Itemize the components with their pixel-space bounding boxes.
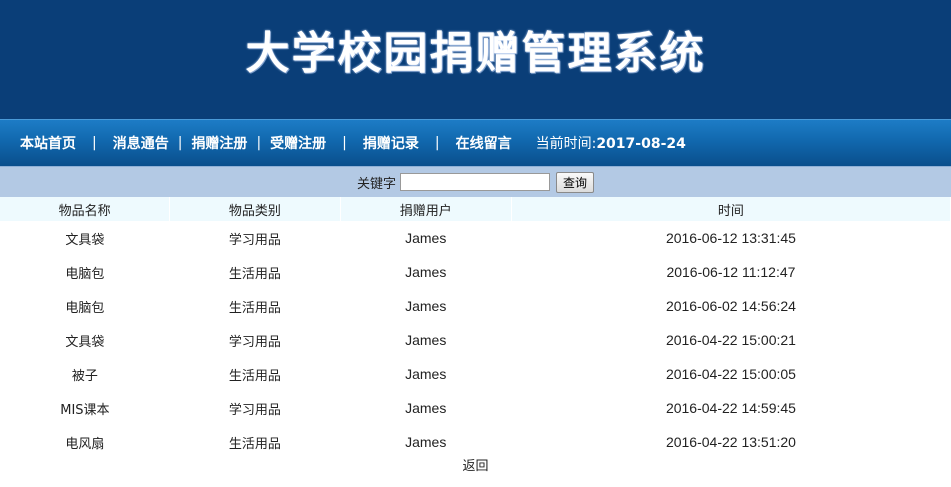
search-button[interactable]: 查询	[556, 171, 595, 193]
cell-item-name: 被子	[71, 368, 98, 384]
cell-item-name: 文具袋	[65, 232, 105, 248]
cell-time: 2016-04-22 14:59:45	[665, 400, 796, 416]
back-link[interactable]: 返回	[462, 459, 488, 474]
nav-item-donation-register[interactable]: 捐赠注册	[191, 133, 247, 153]
cell-item-category: 学习用品	[228, 334, 281, 350]
table-row: 电脑包 生活用品 James 2016-06-02 14:56:24	[0, 289, 951, 323]
back-row: 返回	[0, 455, 951, 474]
cell-item-category: 学习用品	[228, 232, 281, 248]
cell-item-name: 电脑包	[65, 300, 105, 316]
column-header-item-category: 物品类别	[169, 197, 341, 221]
cell-donor: James	[405, 264, 447, 280]
table-row: 电脑包 生活用品 James 2016-06-12 11:12:47	[0, 255, 951, 289]
table-row: 电风扇 生活用品 James 2016-04-22 13:51:20	[0, 425, 951, 459]
nav-separator: |	[434, 135, 440, 151]
nav-separator: |	[342, 135, 347, 151]
cell-time: 2016-04-22 15:00:21	[665, 332, 796, 348]
nav-item-home[interactable]: 本站首页	[20, 133, 76, 153]
nav-item-donation-records[interactable]: 捐赠记录	[363, 133, 419, 153]
cell-item-name: 电风扇	[65, 436, 105, 452]
cell-donor: James	[405, 230, 447, 246]
cell-donor: James	[405, 366, 447, 382]
cell-item-name: 电脑包	[65, 266, 105, 282]
table-header-row: 物品名称 物品类别 捐赠用户 时间	[0, 197, 951, 221]
current-time-label: 当前时间:	[535, 136, 597, 152]
search-input[interactable]	[400, 173, 550, 191]
nav-separator: |	[92, 135, 97, 151]
table-row: MIS课本 学习用品 James 2016-04-22 14:59:45	[0, 391, 951, 425]
column-header-time: 时间	[511, 197, 951, 221]
search-bar: 关键字 查询	[0, 166, 951, 197]
cell-time: 2016-06-12 13:31:45	[665, 230, 796, 246]
cell-item-category: 生活用品	[228, 300, 281, 316]
current-time: 当前时间:2017-08-24	[536, 133, 686, 153]
table-row: 文具袋 学习用品 James 2016-04-22 15:00:21	[0, 323, 951, 357]
cell-item-category: 生活用品	[228, 266, 281, 282]
column-header-item-name: 物品名称	[0, 197, 171, 221]
main-nav: 本站首页 | 消息通告 | 捐赠注册 | 受赠注册 | 捐赠记录 | 在线留言 …	[0, 119, 951, 166]
cell-item-category: 生活用品	[228, 368, 281, 384]
nav-separator: |	[256, 135, 262, 151]
cell-donor: James	[405, 434, 447, 450]
table-row: 文具袋 学习用品 James 2016-06-12 13:31:45	[0, 221, 951, 255]
cell-time: 2016-04-22 15:00:05	[665, 366, 796, 382]
column-header-donor: 捐赠用户	[340, 197, 512, 221]
cell-time: 2016-06-12 11:12:47	[666, 264, 796, 280]
cell-item-category: 生活用品	[228, 436, 281, 452]
nav-item-guestbook[interactable]: 在线留言	[456, 133, 512, 153]
cell-item-name: MIS课本	[60, 402, 110, 418]
cell-item-category: 学习用品	[228, 402, 281, 418]
nav-separator: |	[177, 135, 183, 151]
donation-records-table: 物品名称 物品类别 捐赠用户 时间 文具袋 学习用品 James 2016-06…	[0, 197, 951, 459]
cell-time: 2016-06-02 14:56:24	[665, 298, 796, 314]
nav-item-news[interactable]: 消息通告	[113, 133, 169, 153]
site-header: 大学校园捐赠管理系统	[0, 0, 951, 119]
site-title: 大学校园捐赠管理系统	[245, 28, 706, 79]
nav-item-recipient-register[interactable]: 受赠注册	[270, 133, 326, 153]
cell-donor: James	[405, 332, 447, 348]
table-row: 被子 生活用品 James 2016-04-22 15:00:05	[0, 357, 951, 391]
search-label: 关键字	[356, 176, 396, 192]
cell-donor: James	[405, 298, 447, 314]
cell-item-name: 文具袋	[65, 334, 105, 350]
current-time-value: 2017-08-24	[596, 136, 686, 152]
cell-time: 2016-04-22 13:51:20	[665, 434, 796, 450]
cell-donor: James	[405, 400, 447, 416]
